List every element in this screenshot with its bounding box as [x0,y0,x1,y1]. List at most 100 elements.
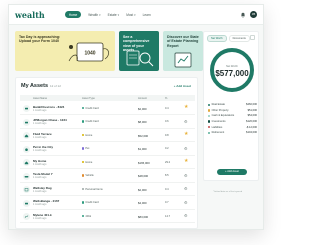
legend-label: Liabilities [211,125,223,129]
asset-updated: 1 month ago [33,162,47,166]
asset-type-label: Pet [85,147,90,150]
table-row[interactable]: Bank/Chevrons - 8424 1 month ago Credit Ca… [20,102,195,115]
bell-icon[interactable] [240,12,246,18]
table-header: Asset Name Asset Type Amount % [20,95,195,101]
asset-updated: 1 month ago [33,176,47,180]
table-row[interactable]: Tesla Model Y1 month ago Vehicle $48,000 8.… [20,170,195,183]
gear-icon[interactable]: ⚙ [184,200,188,205]
asset-type: Home [82,161,92,164]
legend-value: $104,000 [246,131,257,135]
asset-amount: $165,000 [138,160,150,165]
star-filled-icon[interactable]: ★ [184,132,188,137]
nav-item-learn[interactable]: Learn [143,13,151,17]
chevron-down-icon: ▾ [117,12,120,17]
nav-item-wealth[interactable]: Wealth ▾ [88,13,100,17]
report-illustration [174,52,192,68]
tax-promo-card[interactable]: Tax Day is approaching: Upload your Form… [15,31,115,71]
asset-type: Home [82,134,92,137]
legend-label: Other Property [211,108,229,112]
asset-icon [23,145,30,153]
magnifier-illustration [126,50,154,67]
asset-icon [23,132,30,139]
col-asset-name[interactable]: Asset Name [33,97,47,100]
card-text: Tax Day is approaching: Upload your Form… [19,35,61,44]
col-percent[interactable]: % [165,97,167,100]
nav-item-most[interactable]: Most ▾ [126,13,135,17]
expand-icon[interactable] [250,35,255,40]
estate-report-card[interactable]: Discover our State of Estate Planning Re… [163,31,203,71]
table-row[interactable]: Fluid Terrace 1 month ago Home $52,000 9.8 ★ [20,129,195,142]
nav-item-home[interactable]: Home [64,11,82,18]
asset-icon [23,172,30,180]
asset-updated: 1 month ago [33,122,47,126]
gear-icon[interactable]: ⚙ [184,119,188,124]
type-dot-icon [82,214,85,218]
table-row[interactable]: JPMorgan Chase - 1234 1 month ago Credit C… [20,116,195,129]
asset-icon [23,186,30,193]
table-row[interactable]: Mylene 401-k 1 month ago 401k $83,000 14.7 ⚙ [20,210,195,223]
asset-type-label: Credit Card [85,106,99,110]
type-dot-icon [82,120,85,123]
gear-icon[interactable]: ⚙ [184,186,188,191]
asset-updated: 1 month ago [33,135,47,139]
type-dot-icon [82,187,85,191]
asset-amount: $4,000 [138,201,147,205]
table-row[interactable]: Pet in the City 1 month ago Pet $1,000 0.2 ⚙ [20,143,195,156]
net-worth-panel: Net Worth Documents Net Worth $577,000 R… [203,31,259,181]
asset-type: Credit Card [82,107,99,110]
nav-item-label: Estate [107,12,117,17]
legend-value: $51,000 [247,108,257,112]
asset-count: 12 of 12 [50,84,61,88]
gear-icon[interactable]: ⚙ [184,146,188,151]
asset-updated: 1 month ago [33,108,47,112]
chevron-down-icon: ▾ [99,12,101,17]
tax-form-illustration: 1040 [68,42,109,62]
add-asset-button[interactable]: + Add Asset [217,169,247,175]
asset-percent: 29.2 [165,160,171,164]
asset-icon [23,105,30,112]
legend-dot-icon [208,103,211,106]
assets-overview-card[interactable]: See a comprehensive view of your assets [119,31,159,71]
type-dot-icon [82,160,85,164]
asset-updated: 1 month ago [33,149,47,153]
gear-icon[interactable]: ⚙ [184,213,188,218]
asset-type: Credit Card [82,120,99,123]
star-filled-icon[interactable]: ★ [184,105,188,110]
asset-type: Personal Items [82,188,103,191]
nav-item-estate[interactable]: Estate ▾ [108,13,120,17]
col-amount[interactable]: Amount [138,97,147,100]
table-row[interactable]: Wellsley Rug 1 month ago Personal Items $2,… [20,183,195,196]
add-asset-link[interactable]: + Add Asset [174,84,191,88]
star-filled-icon[interactable]: ★ [184,159,188,164]
tab-documents[interactable]: Documents [228,35,250,42]
asset-amount: $2,000 [138,187,147,192]
nav-menu: Home Wealth ▾ Estate ▾ Most ▾ Learn [64,11,151,18]
table-row[interactable]: WellsBanga - 2167 1 month ago Credit Card $… [20,197,195,210]
table-row[interactable]: My Home 1 month ago Home $165,000 29.2 ★ [20,156,195,169]
card-text: Discover our State of Estate Planning Re… [167,35,199,48]
legend-dot-icon [208,114,211,118]
top-nav: wealth Home Wealth ▾ Estate ▾ Most ▾ Learn … [9,5,263,25]
asset-percent: 0.2 [165,147,169,150]
asset-type-label: Home [85,133,93,137]
type-dot-icon [82,106,85,110]
asset-icon [23,199,30,207]
nav-item-label: Wealth [88,12,99,17]
logo[interactable]: wealth [15,10,45,20]
avatar[interactable]: JB [250,11,257,18]
asset-amount: $8,000 [138,120,147,124]
legend-label: Retirement [211,131,225,135]
gear-icon[interactable]: ⚙ [184,173,188,178]
legend-dot-icon [208,125,211,129]
type-dot-icon [82,201,85,204]
asset-type-label: Vehicle [85,174,94,177]
asset-amount: $2,000 [138,106,147,111]
nav-item-label: Most [126,12,134,17]
tab-net-worth[interactable]: Net Worth [207,35,227,42]
panel-title: My Assets 12 of 12 [21,83,61,89]
promo-cards: Tax Day is approaching: Upload your Form… [15,31,203,71]
type-dot-icon [82,133,85,137]
legend-dot-icon [208,120,211,123]
col-asset-type[interactable]: Asset Type [82,97,95,100]
chevron-down-icon: ▾ [134,12,136,17]
